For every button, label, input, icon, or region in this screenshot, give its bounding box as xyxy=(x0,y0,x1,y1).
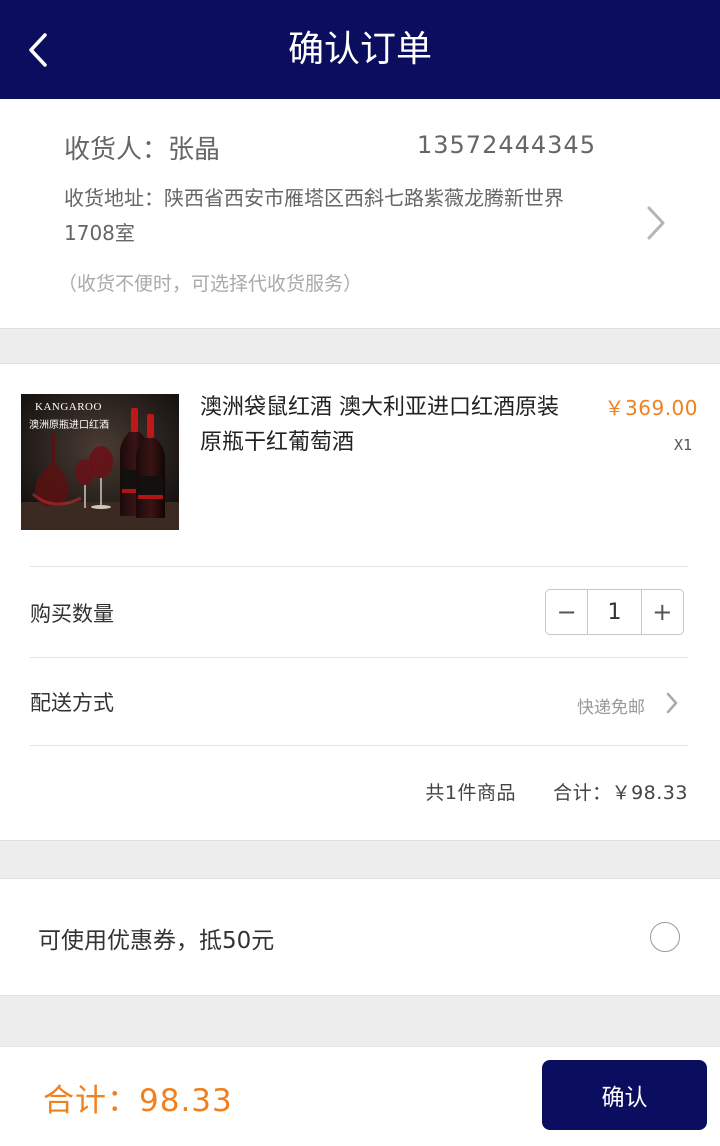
shipping-address: 收货地址：陕西省西安市雁塔区西斜七路紫薇龙腾新世界1708室 xyxy=(64,186,564,245)
page-title: 确认订单 xyxy=(287,29,432,70)
order-summary: 共1件商品 合计：￥98.33 xyxy=(425,778,688,805)
product-name[interactable]: 澳洲袋鼠红酒 澳大利亚进口红酒原装原瓶干红葡萄酒 xyxy=(200,390,580,460)
wine-product-picture xyxy=(21,394,179,530)
shipping-method-row[interactable]: 配送方式 快递免邮 xyxy=(0,658,720,746)
shipping-method-label: 配送方式 xyxy=(30,691,114,715)
decrease-quantity-button[interactable]: − xyxy=(546,590,587,634)
divider xyxy=(30,566,688,567)
product-image-brand: KANGAROO xyxy=(35,401,102,413)
item-count: 共1件商品 xyxy=(425,782,516,804)
divider xyxy=(30,745,688,746)
header-bar: 确认订单 xyxy=(0,0,720,99)
product-price: ￥369.00 xyxy=(604,396,698,420)
product-quantity: X1 xyxy=(673,436,692,454)
coupon-radio[interactable] xyxy=(650,922,680,952)
delivery-note: （收货不便时，可选择代收货服务） xyxy=(58,273,363,295)
total-amount: 合计：98.33 xyxy=(43,1083,233,1119)
shipping-method-value: 快递免邮 xyxy=(577,698,645,718)
chevron-right-icon xyxy=(666,692,678,714)
recipient-phone: 13572444345 xyxy=(417,131,596,159)
product-image[interactable]: KANGAROO 澳洲原瓶进口红酒 xyxy=(21,394,179,530)
chevron-right-icon xyxy=(647,206,665,240)
order-item-section: KANGAROO 澳洲原瓶进口红酒 澳洲袋鼠红酒 澳大利亚进口红酒原装原瓶干红葡… xyxy=(0,363,720,841)
confirm-button[interactable]: 确认 xyxy=(542,1060,707,1130)
coupon-row[interactable]: 可使用优惠券，抵50元 xyxy=(0,878,720,996)
address-card[interactable]: 收货人：张晶 13572444345 收货地址：陕西省西安市雁塔区西斜七路紫薇龙… xyxy=(0,99,720,329)
increase-quantity-button[interactable]: + xyxy=(642,590,683,634)
coupon-label: 可使用优惠券，抵50元 xyxy=(38,928,275,954)
checkout-bar: 合计：98.33 确认 xyxy=(0,1046,720,1146)
subtotal: 合计：￥98.33 xyxy=(553,782,688,804)
product-image-caption: 澳洲原瓶进口红酒 xyxy=(29,420,109,431)
quantity-label: 购买数量 xyxy=(30,602,114,626)
quantity-stepper: − 1 + xyxy=(545,589,684,635)
recipient-name: 收货人：张晶 xyxy=(64,135,221,165)
quantity-value[interactable]: 1 xyxy=(587,590,642,634)
